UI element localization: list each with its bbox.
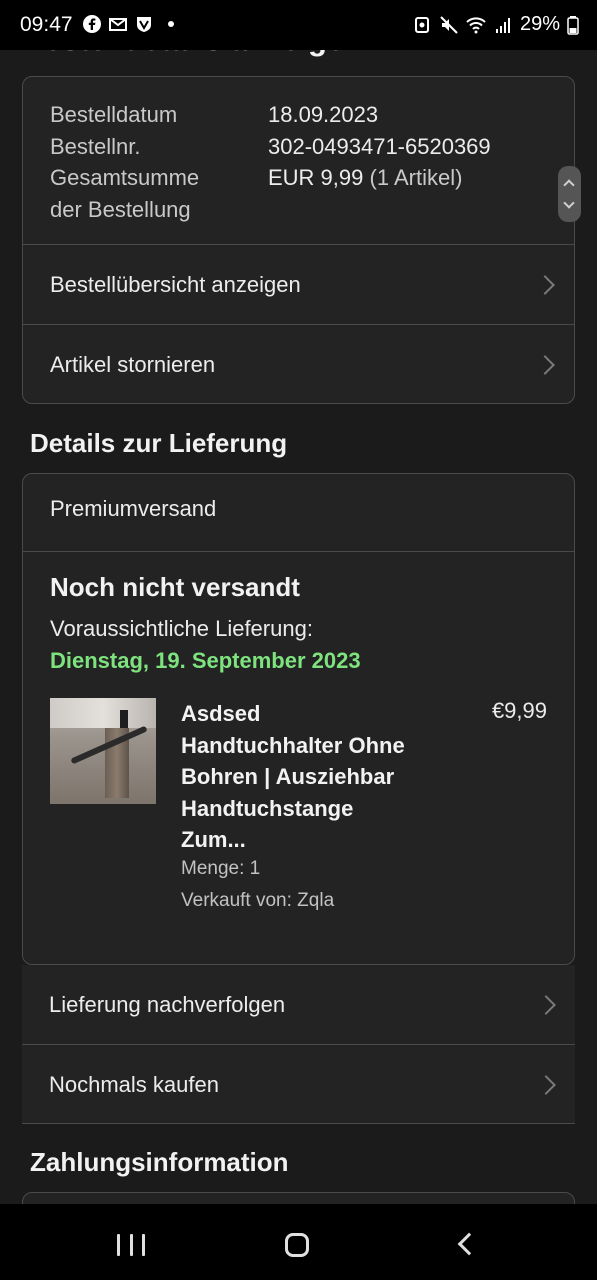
order-total-amount: EUR 9,99 [268,165,364,190]
order-summary-link[interactable]: Bestellübersicht anzeigen [23,245,574,324]
recents-bar [117,1234,120,1256]
recents-button[interactable] [117,1234,145,1256]
payment-card [22,1192,575,1204]
wifi-icon [466,16,486,33]
delivery-card: Premiumversand Noch nicht versandt Vorau… [22,473,575,965]
recents-bar [129,1234,133,1256]
status-bar: 09:47 29% [0,0,597,50]
scroll-handle[interactable] [558,166,581,222]
chevron-right-icon [536,1074,556,1095]
payment-section-title: Zahlungsinformation [30,1147,289,1177]
status-time: 09:47 [20,13,73,36]
mute-icon [440,15,458,34]
divider [23,551,574,552]
order-total-label-line2: der Bestellung [50,196,191,222]
product-title-line: Bohren | Ausziehbar [181,764,395,789]
product-title-line: Zum... [181,827,246,852]
order-info-card: Bestelldatum 18.09.2023 Bestellnr. 302-0… [22,76,575,404]
order-date-value: 18.09.2023 [268,102,379,127]
chevron-right-icon [535,274,555,295]
system-navigation-bar [0,1204,597,1280]
system-icons: 29% [412,13,579,36]
battery-icon [567,15,579,35]
product-seller: Verkauft von: Zqla [181,890,335,911]
order-total-label: Gesamtsumme der Bestellung [50,162,260,225]
chevron-down-icon [563,197,575,209]
eta-label: Voraussichtliche Lieferung: [50,616,313,641]
order-total-label-line1: Gesamtsumme [50,165,200,190]
shipping-type: Premiumversand [50,496,217,521]
product-quantity: Menge: 1 [181,858,261,879]
product-price: €9,99 [491,698,547,723]
eta-date: Dienstag, 19. September 2023 [50,648,361,673]
chevron-right-icon [536,994,556,1015]
buy-again-label: Nochmals kaufen [49,1071,219,1097]
product-title-line: Handtuchhalter Ohne [181,732,405,758]
product-image-shelf [50,698,156,728]
back-button[interactable] [457,1232,481,1256]
divider [22,1123,575,1124]
product-image[interactable] [50,698,156,804]
shipment-status: Noch nicht versandt [50,572,300,602]
notification-dot-icon [168,21,174,27]
order-total-items: (1 Artikel) [369,165,463,190]
order-summary-link-label: Bestellübersicht anzeigen [50,271,301,297]
order-details-page: Bestelldetails anzeigen Bestelldatum 18.… [0,0,597,1204]
track-delivery-label: Lieferung nachverfolgen [49,991,286,1017]
cancel-items-link[interactable]: Artikel stornieren [23,325,574,404]
chevron-up-icon [563,179,575,191]
order-total-value: EUR 9,99 (1 Artikel) [268,162,462,194]
home-button[interactable] [285,1233,309,1257]
signal-icon [495,17,510,33]
order-number-label: Bestellnr. [50,133,141,159]
facebook-icon [83,15,101,33]
track-delivery-link[interactable]: Lieferung nachverfolgen [22,965,575,1044]
shield-app-icon [137,17,151,32]
chevron-right-icon [535,354,555,375]
notification-icons [82,14,174,34]
cancel-items-link-label: Artikel stornieren [50,351,216,377]
nfc-icon [414,16,429,33]
delivery-section-title: Details zur Lieferung [30,428,288,458]
product-title-line: Asdsed [181,701,261,726]
order-date-label: Bestelldatum [50,102,178,127]
recents-bar [142,1234,145,1256]
product-title-line: Handtuchstange [181,795,354,821]
buy-again-link[interactable]: Nochmals kaufen [22,1045,575,1124]
product-title[interactable]: Asdsed Handtuchhalter Ohne Bohren | Ausz… [181,698,436,856]
order-number-value: 302-0493471-6520369 [268,133,491,159]
gmail-icon [109,18,127,31]
battery-percent: 29% [519,13,560,35]
